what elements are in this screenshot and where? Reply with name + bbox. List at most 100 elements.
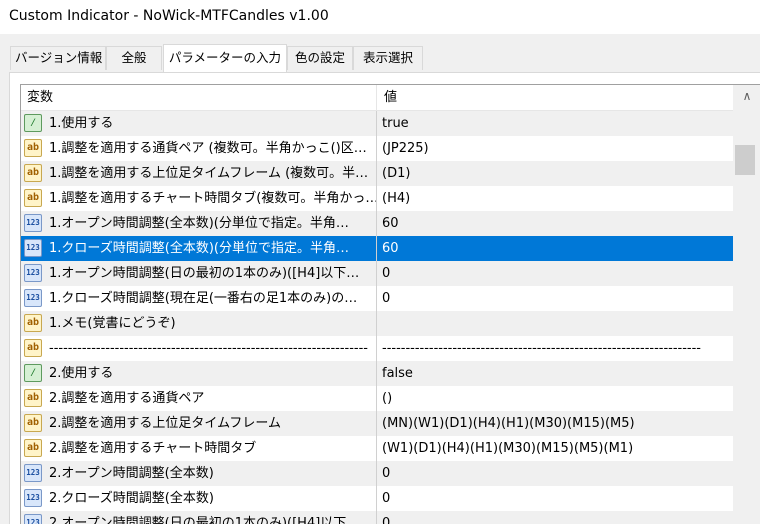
tab-display-select[interactable]: 表示選択 xyxy=(353,46,423,70)
number-icon: 123 xyxy=(24,464,42,482)
text-icon: ab xyxy=(24,439,42,457)
parameter-name-cell[interactable]: ⁄ 1.使用する xyxy=(21,111,377,136)
parameter-row[interactable]: ab 1.調整を適用する通貨ペア (複数可。半角かっこ()区… (JP225) xyxy=(21,136,734,161)
parameter-name-cell[interactable]: ab 2.調整を適用するチャート時間タブ xyxy=(21,436,377,461)
parameter-row[interactable]: ab 2.調整を適用する上位足タイムフレーム (MN)(W1)(D1)(H4)(H1… xyxy=(21,411,734,436)
parameter-row[interactable]: ab 1.メモ(覚書にどうぞ) xyxy=(21,311,734,336)
parameter-value[interactable]: (JP225) xyxy=(378,136,734,161)
parameter-name-cell[interactable]: 123 1.オープン時間調整(全本数)(分単位で指定。半角… xyxy=(21,211,377,236)
tab-parameter-input[interactable]: パラメーターの入力 xyxy=(163,44,287,72)
parameter-value[interactable]: 0 xyxy=(378,486,734,511)
parameter-row[interactable]: 123 1.オープン時間調整(日の最初の1本のみ)([H4]以下… 0 xyxy=(21,261,734,286)
text-icon: ab xyxy=(24,189,42,207)
tab-strip: バージョン情報 全般 パラメーターの入力 色の設定 表示選択 xyxy=(0,34,760,72)
text-icon: ab xyxy=(24,389,42,407)
parameter-value[interactable]: true xyxy=(378,111,734,136)
parameter-value[interactable]: 60 xyxy=(378,236,734,261)
tab-general[interactable]: 全般 xyxy=(106,46,162,70)
parameter-name: 2.オープン時間調整(全本数) xyxy=(49,466,214,481)
parameter-value[interactable]: 0 xyxy=(378,461,734,486)
parameter-value[interactable]: 60 xyxy=(378,211,734,236)
parameter-value[interactable]: (H4) xyxy=(378,186,734,211)
parameter-name: 1.調整を適用する通貨ペア (複数可。半角かっこ()区… xyxy=(49,141,367,156)
parameter-name-cell[interactable]: ab 2.調整を適用する通貨ペア xyxy=(21,386,377,411)
bool-icon: ⁄ xyxy=(24,114,42,132)
parameter-row[interactable]: ab 2.調整を適用する通貨ペア () xyxy=(21,386,734,411)
window-title: Custom Indicator - NoWick-MTFCandles v1.… xyxy=(9,8,329,24)
parameter-name-cell[interactable]: ab 1.調整を適用する上位足タイムフレーム (複数可。半… xyxy=(21,161,377,186)
parameter-row[interactable]: 123 2.クローズ時間調整(全本数) 0 xyxy=(21,486,734,511)
parameter-grid: 変数 値 ⁄ 1.使用する true ab 1.調整を適用する通貨ペア (複数可。半角か… xyxy=(20,84,734,524)
parameter-value[interactable]: (W1)(D1)(H4)(H1)(M30)(M15)(M5)(M1) xyxy=(378,436,734,461)
parameter-name-cell[interactable]: ⁄ 2.使用する xyxy=(21,361,377,386)
column-header-variable[interactable]: 変数 xyxy=(21,85,377,110)
parameter-name-cell[interactable]: 123 1.クローズ時間調整(全本数)(分単位で指定。半角… xyxy=(21,236,377,261)
parameter-name: 2.調整を適用するチャート時間タブ xyxy=(49,441,257,456)
parameter-row[interactable]: 123 2.オープン時間調整(日の最初の1本のみ)([H4]以下… 0 xyxy=(21,511,734,524)
parameter-row[interactable]: 123 1.オープン時間調整(全本数)(分単位で指定。半角… 60 xyxy=(21,211,734,236)
vertical-scrollbar[interactable]: ∧ xyxy=(733,84,760,524)
bool-icon: ⁄ xyxy=(24,364,42,382)
parameter-name-cell[interactable]: 123 1.オープン時間調整(日の最初の1本のみ)([H4]以下… xyxy=(21,261,377,286)
parameter-row[interactable]: ab --------------------------------------… xyxy=(21,336,734,361)
parameter-name-cell[interactable]: 123 2.クローズ時間調整(全本数) xyxy=(21,486,377,511)
parameter-name-cell[interactable]: 123 2.オープン時間調整(全本数) xyxy=(21,461,377,486)
parameter-name: ----------------------------------------… xyxy=(49,341,368,356)
number-icon: 123 xyxy=(24,214,42,232)
text-icon: ab xyxy=(24,164,42,182)
parameter-value[interactable]: () xyxy=(378,386,734,411)
tab-color-settings[interactable]: 色の設定 xyxy=(287,46,353,70)
parameter-name: 2.調整を適用する上位足タイムフレーム xyxy=(49,416,281,431)
parameter-name-cell[interactable]: 123 2.オープン時間調整(日の最初の1本のみ)([H4]以下… xyxy=(21,511,377,524)
parameter-name: 1.オープン時間調整(全本数)(分単位で指定。半角… xyxy=(49,216,349,231)
parameter-value[interactable]: ----------------------------------------… xyxy=(378,336,734,361)
title-bar: Custom Indicator - NoWick-MTFCandles v1.… xyxy=(0,0,760,34)
grid-rows: ⁄ 1.使用する true ab 1.調整を適用する通貨ペア (複数可。半角かっこ()区… xyxy=(21,111,734,524)
parameter-name: 1.調整を適用する上位足タイムフレーム (複数可。半… xyxy=(49,166,369,181)
text-icon: ab xyxy=(24,139,42,157)
parameter-name: 2.使用する xyxy=(49,366,114,381)
text-icon: ab xyxy=(24,314,42,332)
scroll-up-icon[interactable]: ∧ xyxy=(738,87,756,105)
parameter-name-cell[interactable]: 123 1.クローズ時間調整(現在足(一番右の足1本のみ)の… xyxy=(21,286,377,311)
parameter-row[interactable]: ab 1.調整を適用するチャート時間タブ(複数可。半角かっ… (H4) xyxy=(21,186,734,211)
parameter-name: 1.使用する xyxy=(49,116,114,131)
parameter-name: 2.調整を適用する通貨ペア xyxy=(49,391,205,406)
parameter-name: 1.クローズ時間調整(全本数)(分単位で指定。半角… xyxy=(49,241,349,256)
number-icon: 123 xyxy=(24,489,42,507)
parameter-row[interactable]: 123 1.クローズ時間調整(現在足(一番右の足1本のみ)の… 0 xyxy=(21,286,734,311)
parameter-name: 1.メモ(覚書にどうぞ) xyxy=(49,316,176,331)
number-icon: 123 xyxy=(24,264,42,282)
parameter-value[interactable]: (MN)(W1)(D1)(H4)(H1)(M30)(M15)(M5) xyxy=(378,411,734,436)
text-icon: ab xyxy=(24,414,42,432)
column-header-value[interactable]: 値 xyxy=(378,85,734,110)
number-icon: 123 xyxy=(24,289,42,307)
parameter-name: 1.調整を適用するチャート時間タブ(複数可。半角かっ… xyxy=(49,191,377,206)
parameter-row[interactable]: 123 1.クローズ時間調整(全本数)(分単位で指定。半角… 60 xyxy=(21,236,734,261)
parameter-row[interactable]: 123 2.オープン時間調整(全本数) 0 xyxy=(21,461,734,486)
parameter-name-cell[interactable]: ab 1.調整を適用する通貨ペア (複数可。半角かっこ()区… xyxy=(21,136,377,161)
parameter-value[interactable]: (D1) xyxy=(378,161,734,186)
parameter-name-cell[interactable]: ab --------------------------------------… xyxy=(21,336,377,361)
parameter-name: 1.オープン時間調整(日の最初の1本のみ)([H4]以下… xyxy=(49,266,360,281)
parameter-row[interactable]: ⁄ 2.使用する false xyxy=(21,361,734,386)
parameter-row[interactable]: ab 2.調整を適用するチャート時間タブ (W1)(D1)(H4)(H1)(M30)… xyxy=(21,436,734,461)
parameter-value[interactable]: 0 xyxy=(378,511,734,524)
parameter-value[interactable]: false xyxy=(378,361,734,386)
parameter-name: 1.クローズ時間調整(現在足(一番右の足1本のみ)の… xyxy=(49,291,358,306)
parameter-name-cell[interactable]: ab 2.調整を適用する上位足タイムフレーム xyxy=(21,411,377,436)
grid-header: 変数 値 xyxy=(21,85,734,111)
text-icon: ab xyxy=(24,339,42,357)
parameter-value[interactable]: 0 xyxy=(378,286,734,311)
parameter-name: 2.オープン時間調整(日の最初の1本のみ)([H4]以下… xyxy=(49,516,360,524)
parameter-row[interactable]: ⁄ 1.使用する true xyxy=(21,111,734,136)
parameter-row[interactable]: ab 1.調整を適用する上位足タイムフレーム (複数可。半… (D1) xyxy=(21,161,734,186)
parameter-name: 2.クローズ時間調整(全本数) xyxy=(49,491,214,506)
parameter-name-cell[interactable]: ab 1.調整を適用するチャート時間タブ(複数可。半角かっ… xyxy=(21,186,377,211)
parameter-value[interactable] xyxy=(378,311,734,336)
parameter-value[interactable]: 0 xyxy=(378,261,734,286)
parameter-name-cell[interactable]: ab 1.メモ(覚書にどうぞ) xyxy=(21,311,377,336)
number-icon: 123 xyxy=(24,239,42,257)
tab-version-info[interactable]: バージョン情報 xyxy=(10,46,106,70)
scroll-thumb[interactable] xyxy=(735,145,755,175)
